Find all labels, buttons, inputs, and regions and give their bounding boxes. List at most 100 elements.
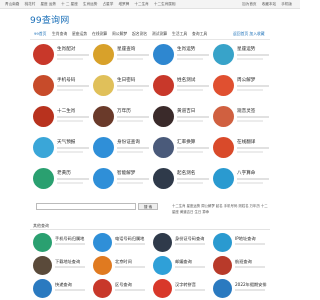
tool-card[interactable]: 智能解梦 xyxy=(90,165,150,193)
other-tool-title[interactable]: 下载地址查询 xyxy=(55,259,80,265)
other-tool-card[interactable]: 身份证号码查询 xyxy=(150,230,210,254)
tool-card[interactable]: 起名测名 xyxy=(150,165,210,193)
top-right-link[interactable]: 收藏本站 xyxy=(262,2,276,6)
tool-title[interactable]: 手机号码 xyxy=(57,77,75,83)
nav-item[interactable]: 在线测算 xyxy=(92,31,107,37)
tool-icon[interactable] xyxy=(33,44,54,65)
tool-card[interactable]: 观音灵签 xyxy=(210,103,270,131)
tool-icon[interactable] xyxy=(213,106,234,127)
tool-title[interactable]: 生肖配对 xyxy=(57,46,75,52)
other-tool-title[interactable]: IP地址查询 xyxy=(235,236,256,242)
site-logo[interactable]: 99查询网 xyxy=(30,13,69,26)
nav-item[interactable]: 星座运势 xyxy=(72,31,87,37)
tool-card[interactable]: 在线翻译 xyxy=(210,134,270,162)
tool-icon[interactable] xyxy=(213,137,234,158)
tool-title[interactable]: 星座运势 xyxy=(237,46,255,52)
other-tool-card[interactable]: IP地址查询 xyxy=(210,230,270,254)
other-tool-icon[interactable] xyxy=(153,233,172,252)
other-tool-title[interactable]: 快递查询 xyxy=(55,282,72,288)
tool-title[interactable]: 八字算命 xyxy=(237,170,255,176)
tool-title[interactable]: 观音灵签 xyxy=(237,108,255,114)
other-tool-title[interactable]: 区号查询 xyxy=(115,282,132,288)
top-right-link[interactable]: 加为首页 xyxy=(242,2,256,6)
other-tool-card[interactable]: 电话号码归属地 xyxy=(90,230,150,254)
tool-icon[interactable] xyxy=(33,75,54,96)
search-input[interactable] xyxy=(36,203,136,210)
tool-title[interactable]: 生肖运势 xyxy=(177,46,195,52)
nav-item[interactable]: 生肖查询 xyxy=(52,31,67,37)
other-tool-title[interactable]: 身份证号码查询 xyxy=(175,236,204,242)
other-tool-title[interactable]: 电话号码归属地 xyxy=(115,236,144,242)
top-right-link[interactable]: 手机版 xyxy=(281,2,292,6)
tool-icon[interactable] xyxy=(93,75,114,96)
top-link[interactable]: 十二生肖 xyxy=(134,2,148,6)
tool-title[interactable]: 十二生肖 xyxy=(57,108,75,114)
other-tool-icon[interactable] xyxy=(153,279,172,298)
tool-title[interactable]: 智能解梦 xyxy=(117,170,135,176)
tool-card[interactable]: 手机号码 xyxy=(30,72,90,100)
nav-item[interactable]: 生活工具 xyxy=(172,31,187,37)
tool-card[interactable]: 生肖配对 xyxy=(30,41,90,69)
tool-icon[interactable] xyxy=(153,137,174,158)
tool-card[interactable]: 十二生肖 xyxy=(30,103,90,131)
other-tool-icon[interactable] xyxy=(33,279,52,298)
tool-card[interactable]: 老黄历 xyxy=(30,165,90,193)
tool-icon[interactable] xyxy=(213,44,234,65)
tool-card[interactable]: 汇率换算 xyxy=(150,134,210,162)
other-tool-title[interactable]: 手机号码归属地 xyxy=(55,236,84,242)
tool-icon[interactable] xyxy=(93,44,114,65)
tool-card[interactable]: 黄道吉日 xyxy=(150,103,210,131)
tool-card[interactable]: 天气预报 xyxy=(30,134,90,162)
tool-title[interactable]: 星座查询 xyxy=(117,46,135,52)
tool-card[interactable]: 星座运势 xyxy=(210,41,270,69)
tool-title[interactable]: 万年历 xyxy=(117,108,131,114)
other-tool-icon[interactable] xyxy=(93,279,112,298)
tool-title[interactable]: 老黄历 xyxy=(57,170,71,176)
other-tool-title[interactable]: 2022年假期安排 xyxy=(235,282,267,288)
other-tool-card[interactable]: 北京时间 xyxy=(90,253,150,277)
other-tool-title[interactable]: 邮编查询 xyxy=(175,259,192,265)
top-link[interactable]: 塔罗牌 xyxy=(118,2,129,6)
tool-card[interactable]: 生肖运势 xyxy=(150,41,210,69)
tool-title[interactable]: 周公解梦 xyxy=(237,77,255,83)
tool-icon[interactable] xyxy=(153,168,174,189)
tool-icon[interactable] xyxy=(93,137,114,158)
other-tool-icon[interactable] xyxy=(213,256,232,275)
other-tool-icon[interactable] xyxy=(213,279,232,298)
top-link[interactable]: 十二生肖属相 xyxy=(154,2,176,6)
tool-title[interactable]: 在线翻译 xyxy=(237,139,255,145)
other-tool-card[interactable]: 区号查询 xyxy=(90,276,150,300)
other-tool-icon[interactable] xyxy=(33,233,52,252)
nav-item[interactable]: 99首页 xyxy=(34,31,46,37)
tool-title[interactable]: 起名测名 xyxy=(177,170,195,176)
other-tool-card[interactable]: 邮编查询 xyxy=(150,253,210,277)
top-link[interactable]: 青山南路 xyxy=(5,2,19,6)
tool-card[interactable]: 星座查询 xyxy=(90,41,150,69)
other-tool-icon[interactable] xyxy=(33,256,52,275)
other-tool-icon[interactable] xyxy=(93,256,112,275)
tool-icon[interactable] xyxy=(33,137,54,158)
other-tool-icon[interactable] xyxy=(213,233,232,252)
tool-title[interactable]: 黄道吉日 xyxy=(177,108,195,114)
other-tool-card[interactable]: 手机号码归属地 xyxy=(30,230,90,254)
search-button[interactable]: 搜 索 xyxy=(138,203,158,210)
tool-icon[interactable] xyxy=(33,106,54,127)
nav-item[interactable]: 查询工具 xyxy=(192,31,207,37)
tool-card[interactable]: 八字算命 xyxy=(210,165,270,193)
tool-card[interactable]: 生日密码 xyxy=(90,72,150,100)
tool-title[interactable]: 姓名测试 xyxy=(177,77,195,83)
other-tool-title[interactable]: 航班查询 xyxy=(235,259,252,265)
tool-icon[interactable] xyxy=(153,44,174,65)
tool-title[interactable]: 天气预报 xyxy=(57,139,75,145)
tool-icon[interactable] xyxy=(93,106,114,127)
other-tool-card[interactable]: 2022年假期安排 xyxy=(210,276,270,300)
other-tool-card[interactable]: 快递查询 xyxy=(30,276,90,300)
other-tool-card[interactable]: 汉字转拼音 xyxy=(150,276,210,300)
tool-title[interactable]: 生日密码 xyxy=(117,77,135,83)
other-tool-icon[interactable] xyxy=(93,233,112,252)
nav-item[interactable]: 周公解梦 xyxy=(112,31,127,37)
tool-icon[interactable] xyxy=(153,75,174,96)
tool-card[interactable]: 姓名测试 xyxy=(150,72,210,100)
other-tool-title[interactable]: 汉字转拼音 xyxy=(175,282,196,288)
nav-right-link[interactable]: 返回首页 加入收藏 xyxy=(233,31,265,37)
